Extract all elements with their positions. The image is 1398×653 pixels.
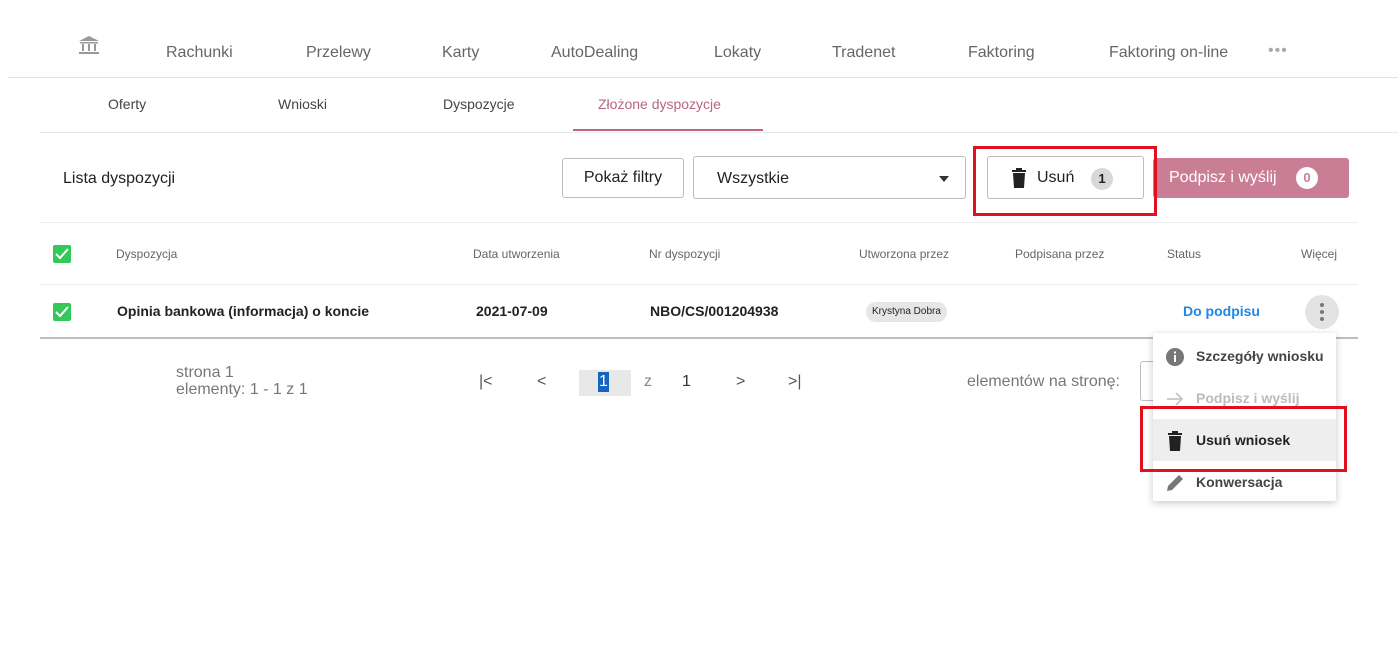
menu-item-conversation-label: Konwersacja — [1196, 474, 1283, 490]
highlight-box-delete-request — [1140, 406, 1347, 472]
table-header: Dyspozycja Data utworzenia Nr dyspozycji… — [40, 222, 1358, 285]
items-label: elementy: 1 - 1 z 1 — [176, 381, 308, 398]
header-dyspozycja[interactable]: Dyspozycja — [116, 247, 177, 261]
header-status[interactable]: Status — [1167, 247, 1201, 261]
tab-oferty[interactable]: Oferty — [108, 96, 146, 112]
status-select[interactable]: Wszystkie — [693, 156, 966, 199]
list-title: Lista dyspozycji — [63, 170, 176, 187]
sign-and-send-label: Podpisz i wyślij — [1169, 169, 1277, 186]
sign-and-send-button[interactable]: Podpisz i wyślij 0 — [1153, 158, 1349, 198]
row-date: 2021-07-09 — [476, 303, 548, 319]
tab-zlozone-dyspozycje[interactable]: Złożone dyspozycje — [598, 96, 721, 112]
nav-tradenet[interactable]: Tradenet — [832, 44, 895, 62]
kebab-dot — [1320, 303, 1324, 307]
current-page-input[interactable]: 1 — [579, 370, 631, 396]
first-page-button[interactable]: |< — [479, 373, 493, 391]
page-label: strona 1 — [176, 364, 234, 381]
info-icon — [1166, 348, 1184, 366]
header-nr-dyspozycji[interactable]: Nr dyspozycji — [649, 247, 720, 261]
active-tab-indicator — [573, 129, 763, 131]
bank-icon[interactable] — [78, 34, 100, 56]
top-navigation: Rachunki Przelewy Karty AutoDealing Loka… — [8, 20, 1398, 78]
row-number: NBO/CS/001204938 — [650, 303, 779, 319]
more-actions-button[interactable] — [1305, 295, 1339, 329]
created-by-chip: Krystyna Dobra — [866, 302, 947, 322]
total-pages: 1 — [682, 373, 691, 390]
next-page-button[interactable]: > — [736, 373, 745, 391]
kebab-dot — [1320, 310, 1324, 314]
tab-dyspozycje[interactable]: Dyspozycje — [443, 96, 515, 112]
kebab-dot — [1320, 317, 1324, 321]
nav-autodealing[interactable]: AutoDealing — [551, 44, 638, 62]
more-icon[interactable]: ••• — [1268, 42, 1288, 60]
last-page-button[interactable]: >| — [788, 373, 802, 391]
sign-count-badge: 0 — [1296, 167, 1318, 189]
header-utworzona-przez[interactable]: Utworzona przez — [859, 247, 949, 261]
header-data-utworzenia[interactable]: Data utworzenia — [473, 247, 560, 261]
of-label: z — [644, 373, 652, 390]
nav-karty[interactable]: Karty — [442, 44, 479, 62]
highlight-box-delete — [973, 146, 1157, 216]
sub-tabs: Oferty Wnioski Dyspozycje Złożone dyspoz… — [40, 78, 1398, 133]
per-page-label: elementów na stronę: — [967, 373, 1120, 390]
menu-item-sign-label: Podpisz i wyślij — [1196, 390, 1300, 406]
nav-lokaty[interactable]: Lokaty — [714, 44, 761, 62]
status-select-value: Wszystkie — [717, 170, 789, 187]
status-link[interactable]: Do podpisu — [1183, 303, 1260, 319]
tab-wnioski[interactable]: Wnioski — [278, 96, 327, 112]
current-page-value: 1 — [598, 372, 609, 392]
chevron-down-icon — [939, 176, 949, 182]
select-all-checkbox[interactable] — [53, 245, 71, 263]
row-checkbox[interactable] — [53, 303, 71, 321]
pencil-icon — [1167, 475, 1183, 491]
show-filters-button[interactable]: Pokaż filtry — [562, 158, 684, 198]
table-row[interactable]: Opinia bankowa (informacja) o koncie 202… — [40, 285, 1358, 339]
nav-faktoring-online[interactable]: Faktoring on-line — [1109, 44, 1228, 62]
header-wiecej: Więcej — [1301, 247, 1338, 261]
header-podpisana-przez[interactable]: Podpisana przez — [1015, 247, 1104, 261]
menu-item-details[interactable]: Szczegóły wniosku — [1153, 335, 1336, 377]
menu-item-details-label: Szczegóły wniosku — [1196, 348, 1324, 364]
nav-rachunki[interactable]: Rachunki — [166, 44, 233, 62]
prev-page-button[interactable]: < — [537, 373, 546, 391]
nav-faktoring[interactable]: Faktoring — [968, 44, 1035, 62]
pagination-info: strona 1 elementy: 1 - 1 z 1 — [176, 364, 308, 398]
nav-przelewy[interactable]: Przelewy — [306, 44, 371, 62]
row-name[interactable]: Opinia bankowa (informacja) o koncie — [117, 303, 369, 319]
